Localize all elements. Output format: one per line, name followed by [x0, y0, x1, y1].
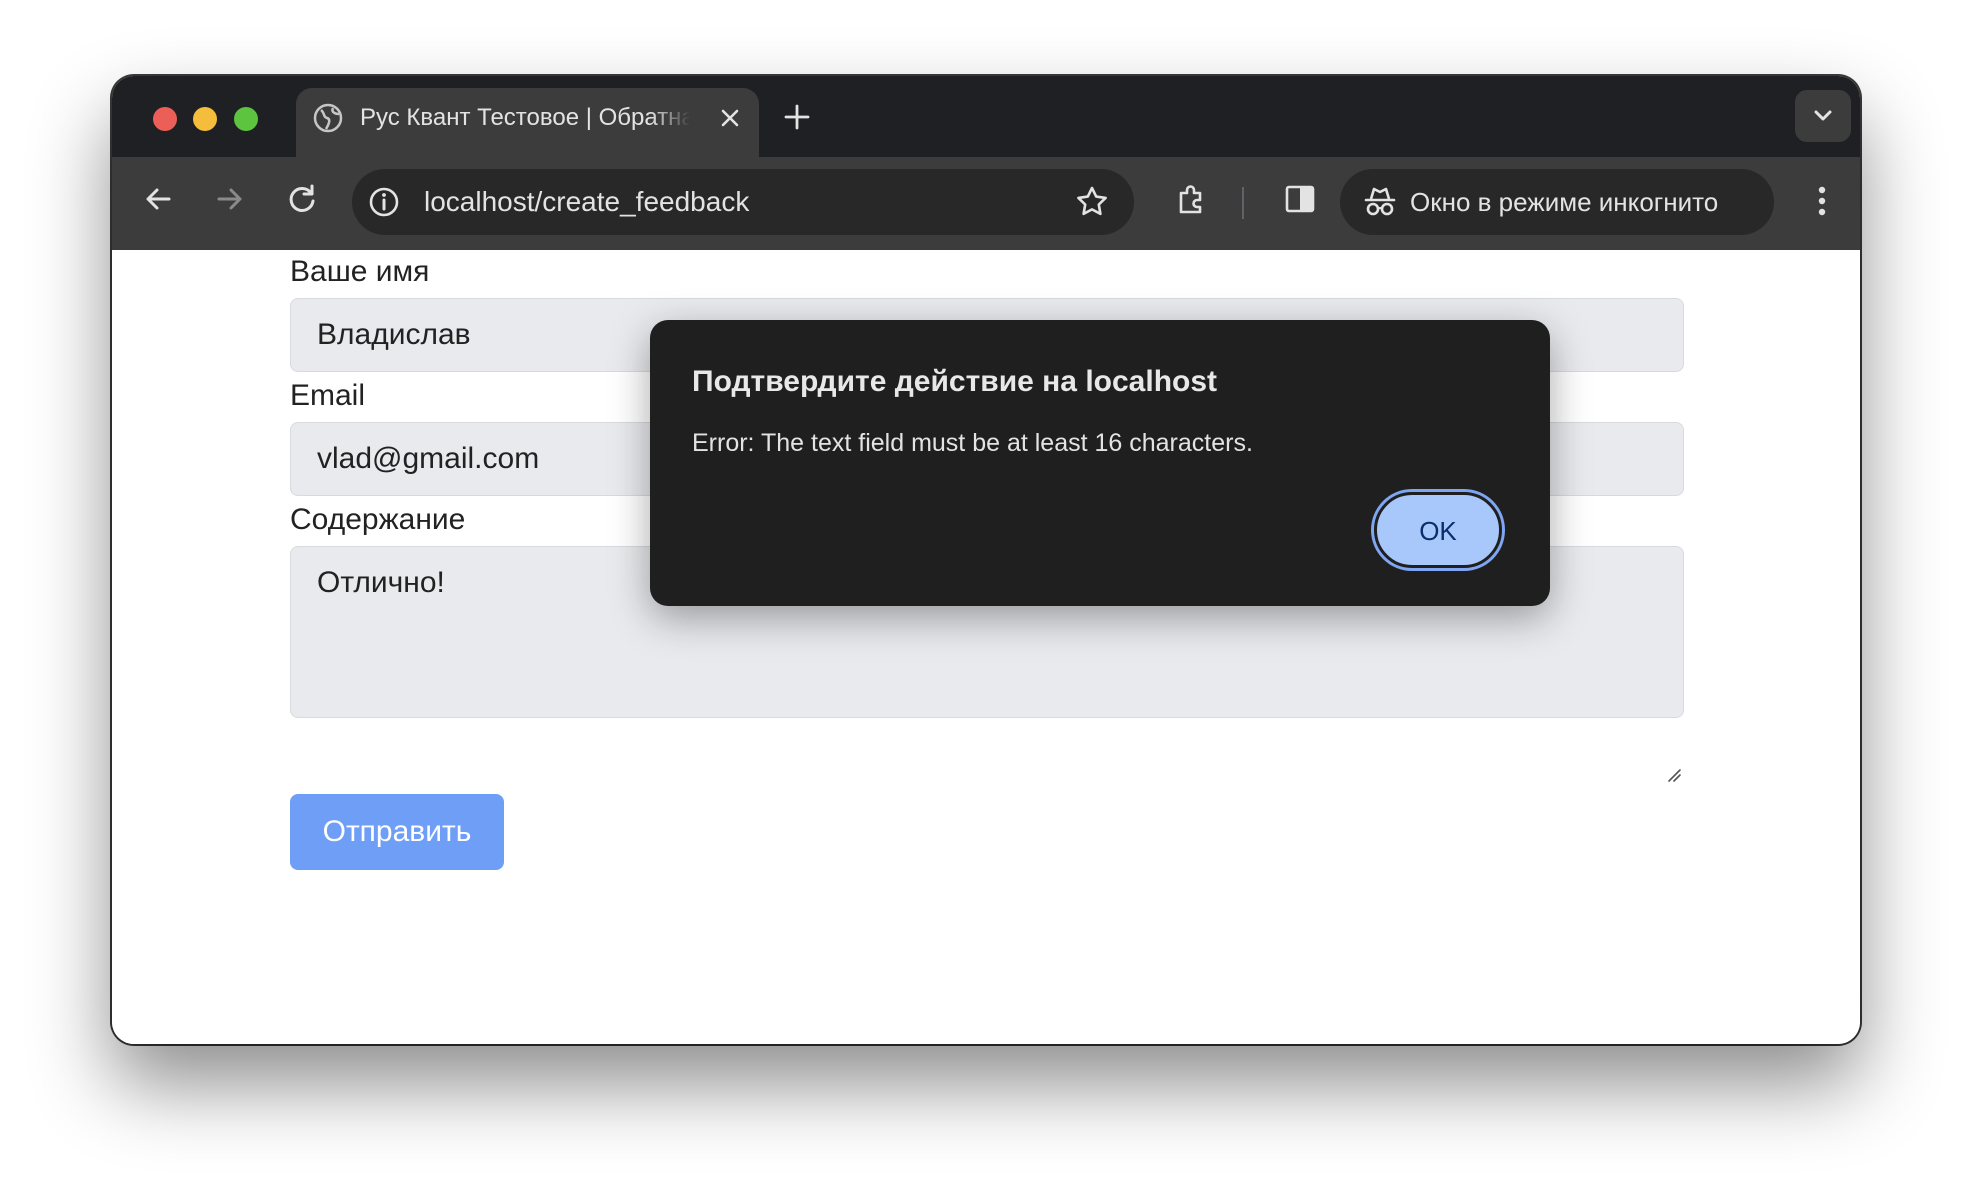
- submit-button[interactable]: Отправить: [290, 794, 504, 870]
- close-icon[interactable]: [716, 104, 744, 132]
- extensions-icon[interactable]: [1172, 179, 1212, 219]
- browser-toolbar: localhost/create_feedback Окно в режиме …: [112, 157, 1860, 250]
- back-icon[interactable]: [138, 179, 178, 219]
- more-menu-icon[interactable]: [1802, 179, 1842, 223]
- alert-dialog: Подтвердите действие на localhost Error:…: [650, 320, 1550, 606]
- dialog-title: Подтвердите действие на localhost: [692, 365, 1218, 398]
- tab-title: Рус Квант Тестовое | Обратная связь: [360, 104, 690, 131]
- name-label: Ваше имя: [290, 255, 430, 288]
- browser-window: Рус Квант Тестовое | Обратная связь: [112, 76, 1860, 1044]
- new-tab-button[interactable]: [780, 100, 814, 134]
- dialog-message: Error: The text field must be at least 1…: [692, 429, 1253, 457]
- bookmark-star-icon[interactable]: [1072, 182, 1112, 222]
- ok-button[interactable]: OK: [1374, 492, 1502, 568]
- active-tab[interactable]: Рус Квант Тестовое | Обратная связь: [296, 88, 759, 158]
- toolbar-divider: [1242, 187, 1244, 219]
- resize-grip-icon[interactable]: [1665, 766, 1681, 782]
- maximize-window-button[interactable]: [234, 107, 258, 131]
- email-label: Email: [290, 379, 366, 412]
- forward-icon[interactable]: [210, 179, 250, 219]
- side-panel-icon[interactable]: [1280, 179, 1320, 219]
- reload-icon[interactable]: [282, 179, 322, 219]
- incognito-label: Окно в режиме инкогнито: [1410, 187, 1719, 217]
- incognito-icon: [1364, 187, 1396, 216]
- incognito-indicator[interactable]: Окно в режиме инкогнито: [1340, 169, 1774, 235]
- url-text: localhost/create_feedback: [424, 186, 750, 217]
- tab-strip: Рус Квант Тестовое | Обратная связь: [112, 76, 1860, 158]
- content-label: Содержание: [290, 503, 466, 536]
- close-window-button[interactable]: [153, 107, 177, 131]
- address-bar[interactable]: localhost/create_feedback: [352, 169, 1134, 235]
- site-info-icon[interactable]: [364, 182, 404, 222]
- tab-search-button[interactable]: [1795, 90, 1851, 142]
- minimize-window-button[interactable]: [193, 107, 217, 131]
- globe-icon: [313, 103, 343, 133]
- chevron-down-icon: [1814, 110, 1832, 121]
